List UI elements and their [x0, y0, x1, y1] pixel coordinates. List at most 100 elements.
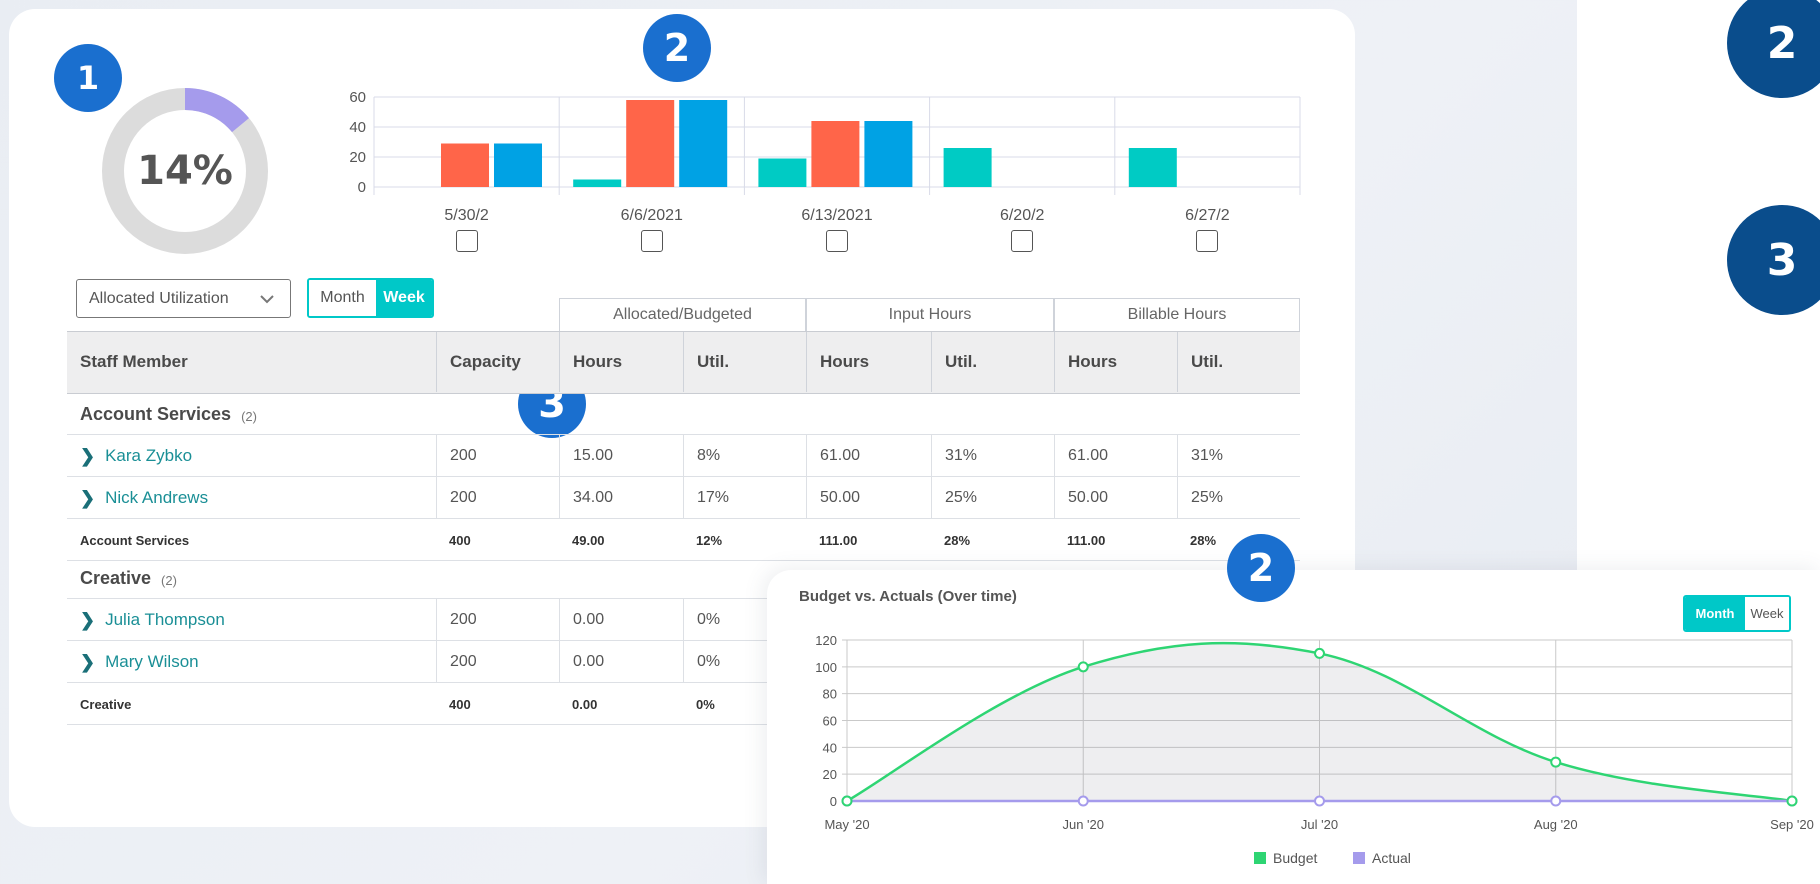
capacity-cell: 200 [436, 599, 559, 641]
data-point[interactable] [1077, 795, 1089, 807]
capacity-cell: 200 [436, 435, 559, 477]
allocated-hours-cell: 0.00 [559, 641, 683, 683]
bar [626, 100, 675, 187]
bar-y-tick-label: 0 [358, 179, 366, 196]
week-checkbox[interactable] [826, 230, 848, 252]
col-capacity[interactable]: Capacity [436, 332, 559, 392]
bar [441, 143, 489, 187]
capacity-cell: 200 [436, 477, 559, 519]
utilization-percent: 14% [137, 148, 233, 194]
expand-chevron-icon[interactable]: ❯ [80, 446, 95, 467]
expand-chevron-icon[interactable]: ❯ [80, 488, 95, 509]
expand-chevron-icon[interactable]: ❯ [80, 652, 95, 673]
input-hours-group-header: Input Hours [806, 298, 1054, 331]
total-capacity: 400 [449, 532, 471, 548]
data-point[interactable] [1786, 795, 1798, 807]
allocated-util-cell: 17% [683, 477, 806, 519]
table-row[interactable]: ❯ Nick Andrews 200 34.00 17% 50.00 25% 50… [67, 477, 1300, 519]
line-y-tick-label: 60 [823, 714, 837, 729]
data-point[interactable] [1550, 756, 1562, 768]
line-month-option[interactable]: Month [1685, 597, 1745, 630]
bar-category-label: 6/13/2021 [801, 207, 872, 224]
staff-member-name[interactable]: Nick Andrews [105, 488, 208, 508]
legend-label[interactable]: Actual [1372, 850, 1411, 866]
allocated-hours-cell: 15.00 [559, 435, 683, 477]
line-chart-title: Budget vs. Actuals (Over time) [799, 588, 1017, 605]
line-chart-period-toggle[interactable]: Month Week [1683, 595, 1791, 632]
line-chart-step-badge: 2 [1227, 534, 1295, 602]
metric-select-value: Allocated Utilization [89, 289, 229, 307]
period-month-option[interactable]: Month [309, 280, 376, 316]
bar-category-label: 6/20/2 [1000, 207, 1045, 224]
allocated-hours-cell: 0.00 [559, 599, 683, 641]
metric-select[interactable]: Allocated Utilization [76, 279, 291, 318]
data-point[interactable] [1077, 661, 1089, 673]
week-checkbox[interactable] [1196, 230, 1219, 252]
bar-chart-step-badge: 2 [643, 14, 711, 82]
staff-member-name[interactable]: Kara Zybko [105, 446, 192, 466]
section-count: (2) [241, 409, 257, 424]
line-x-tick-label: May '20 [824, 817, 869, 832]
line-y-tick-label: 0 [830, 794, 837, 809]
bar [811, 121, 860, 187]
total-billable-hours: 111.00 [1067, 532, 1106, 548]
expand-chevron-icon[interactable]: ❯ [80, 610, 95, 631]
bar [864, 121, 913, 187]
col-billable-hours[interactable]: Hours [1054, 332, 1177, 392]
capacity-cell: 200 [436, 641, 559, 683]
total-label: Creative [80, 696, 132, 712]
line-x-tick-label: Jul '20 [1301, 817, 1338, 832]
allocated-hours-cell: 34.00 [559, 477, 683, 519]
bar [758, 158, 807, 187]
col-input-hours[interactable]: Hours [806, 332, 931, 392]
legend-swatch [1254, 852, 1266, 864]
total-input-hours: 111.00 [819, 532, 858, 548]
bar-y-tick-label: 40 [349, 119, 366, 136]
budget-vs-actuals-line-chart: 0 20 40 60 80 100 120 May '20 Jun '20 Jul '20 Aug … [815, 633, 1814, 866]
table-row[interactable]: ❯ Kara Zybko 200 15.00 8% 61.00 31% 61.00… [67, 435, 1300, 477]
billable-util-cell: 31% [1177, 435, 1300, 477]
billable-util-cell: 25% [1177, 477, 1300, 519]
billable-hours-group-header: Billable Hours [1054, 298, 1300, 331]
week-checkbox[interactable] [455, 230, 478, 252]
staff-member-link[interactable]: ❯ Mary Wilson [67, 641, 436, 683]
data-point[interactable] [1314, 647, 1325, 659]
total-capacity: 400 [449, 696, 471, 712]
col-allocated-util[interactable]: Util. [683, 332, 806, 392]
line-y-tick-label: 20 [823, 767, 837, 782]
bar-category-label: 6/6/2021 [621, 207, 683, 224]
input-util-cell: 31% [931, 435, 1054, 477]
data-point[interactable] [1314, 795, 1325, 807]
legend-label[interactable]: Budget [1273, 850, 1317, 866]
col-billable-util[interactable]: Util. [1177, 332, 1300, 392]
staff-member-name[interactable]: Mary Wilson [105, 652, 199, 672]
total-allocated-hours: 0.00 [572, 696, 598, 712]
col-staff-member[interactable]: Staff Member [67, 332, 436, 392]
staff-member-link[interactable]: ❯ Nick Andrews [67, 477, 436, 519]
input-hours-cell: 50.00 [806, 477, 931, 519]
input-util-cell: 25% [931, 477, 1054, 519]
bar-y-tick-label: 20 [349, 149, 366, 166]
data-point[interactable] [841, 795, 853, 807]
week-checkbox[interactable] [640, 230, 663, 252]
input-hours-cell: 61.00 [806, 435, 931, 477]
period-week-option[interactable]: Week [376, 280, 432, 316]
line-week-option[interactable]: Week [1745, 597, 1789, 630]
bar [1128, 148, 1177, 187]
period-toggle[interactable]: Month Week [307, 278, 434, 318]
billable-hours-cell: 50.00 [1054, 477, 1177, 519]
section-total-row: Account Services 400 49.00 12% 111.00 28… [67, 519, 1300, 561]
col-allocated-hours[interactable]: Hours [559, 332, 683, 392]
line-y-tick-label: 120 [815, 633, 837, 648]
col-input-util[interactable]: Util. [931, 332, 1054, 392]
section-count: (2) [161, 573, 177, 588]
staff-member-link[interactable]: ❯ Julia Thompson [67, 599, 436, 641]
staff-member-name[interactable]: Julia Thompson [105, 610, 225, 630]
section-name: Creative [80, 568, 152, 588]
bar-category-label: 5/30/2 [444, 207, 489, 224]
bar-category-label: 6/27/2 [1185, 207, 1230, 224]
staff-member-link[interactable]: ❯ Kara Zybko [67, 435, 436, 477]
line-y-tick-label: 100 [815, 660, 837, 675]
data-point[interactable] [1550, 795, 1562, 807]
week-checkbox[interactable] [1011, 230, 1034, 252]
